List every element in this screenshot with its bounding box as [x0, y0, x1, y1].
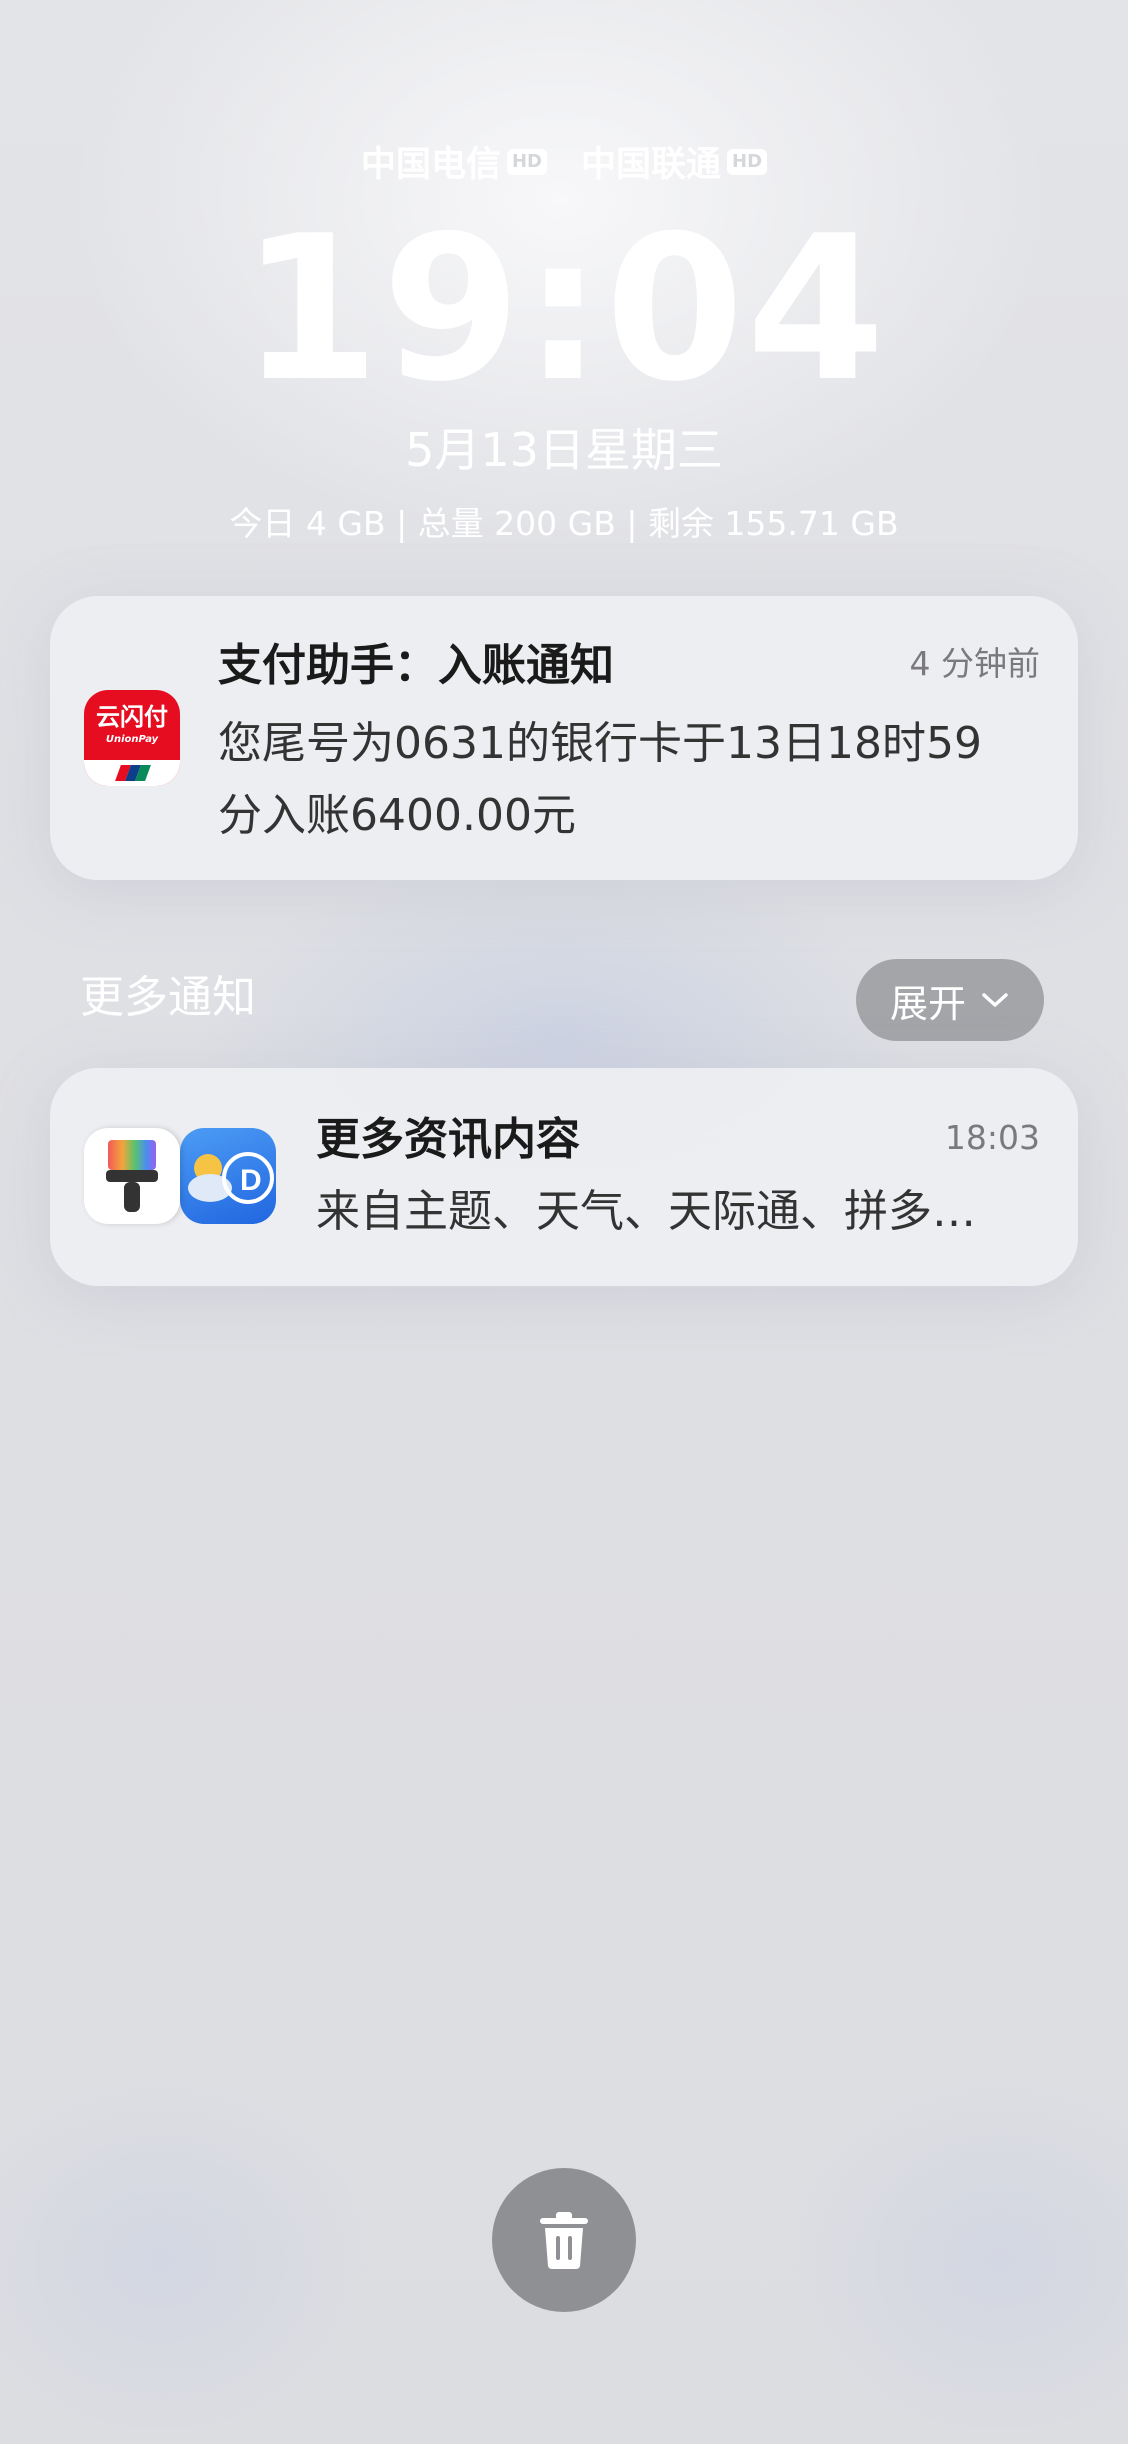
- notification-title: 更多资讯内容: [316, 1114, 580, 1165]
- clear-notifications-button[interactable]: [492, 2168, 636, 2312]
- notification-title: 支付助手：入账通知: [218, 640, 614, 691]
- carrier-name: 中国电信: [360, 145, 501, 185]
- notification-card-more[interactable]: D 更多资讯内容 18:03 来自主题、天气、天际通、拼多…: [50, 1068, 1078, 1286]
- notification-card-payment[interactable]: 云闪付 UnionPay 支付助手：入账通知 4 分钟前 您尾号为0631的银行…: [50, 596, 1078, 880]
- chevron-down-icon: [982, 993, 1008, 1007]
- stacked-app-icons: D: [84, 1128, 280, 1226]
- carrier-unicom: 中国联通 HD: [581, 136, 768, 187]
- expand-button[interactable]: 展开: [856, 959, 1044, 1041]
- themes-icon: [84, 1128, 180, 1224]
- notification-time: 18:03: [944, 1118, 1040, 1157]
- unionpay-icon: 云闪付 UnionPay: [84, 690, 180, 786]
- hd-badge: HD: [727, 148, 768, 175]
- notification-time: 4 分钟前: [909, 644, 1041, 683]
- carrier-name: 中国联通: [581, 145, 722, 185]
- notification-body-line2: 分入账6400.00元: [218, 790, 576, 841]
- unionpay-icon-sublabel: UnionPay: [105, 734, 159, 745]
- expand-button-label: 展开: [889, 981, 966, 1026]
- carrier-bar: 中国电信 HD 中国联通 HD: [0, 136, 1128, 187]
- notification-body-line1: 您尾号为0631的银行卡于13日18时59: [218, 718, 982, 769]
- weather-icon: D: [188, 1152, 274, 1204]
- carrier-telecom: 中国电信 HD: [361, 136, 547, 187]
- tianjitong-icon: D: [180, 1128, 276, 1224]
- trash-icon: [540, 2212, 588, 2269]
- unionpay-icon-label: 云闪付: [96, 703, 168, 731]
- lockscreen-clock: 19:04: [240, 193, 888, 426]
- svg-text:D: D: [240, 1164, 262, 1197]
- unionpay-icon-stripes: [115, 765, 151, 781]
- data-usage-info: 今日 4 GB | 总量 200 GB | 剩余 155.71 GB: [229, 504, 899, 543]
- lockscreen-date: 5月13日星期三: [405, 423, 723, 477]
- hd-badge: HD: [506, 148, 547, 175]
- notification-body: 来自主题、天气、天际通、拼多…: [316, 1186, 976, 1237]
- more-notifications-header: 更多通知: [80, 972, 256, 1023]
